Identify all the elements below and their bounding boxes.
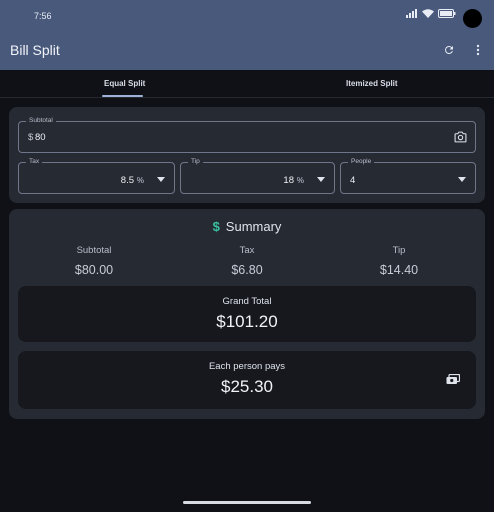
tab-bar: Equal Split Itemized Split	[0, 70, 494, 98]
each-person-card: Each person pays $25.30	[18, 351, 476, 409]
camera-cutout	[463, 9, 482, 28]
status-time: 7:56	[34, 11, 52, 21]
more-vert-icon[interactable]	[474, 44, 482, 56]
app-bar: 7:56 Bill Split	[0, 0, 494, 70]
breakdown-tip-value: $14.40	[379, 263, 419, 277]
tax-field[interactable]: Tax 8.5 %	[18, 158, 175, 194]
dropdown-icon[interactable]	[317, 177, 325, 182]
summary-card: $ Summary Subtotal $80.00 Tax $6.80 Tip …	[9, 209, 485, 419]
grand-total-card: Grand Total $101.20	[18, 286, 476, 342]
subtotal-field[interactable]: Subtotal $ 80	[18, 117, 476, 153]
home-indicator	[183, 501, 311, 504]
people-field[interactable]: People 4	[340, 158, 476, 194]
signal-icon	[406, 9, 417, 18]
camera-icon[interactable]	[454, 131, 467, 143]
breakdown-tax-value: $6.80	[231, 263, 263, 277]
refresh-icon[interactable]	[443, 44, 455, 56]
people-value: 4	[350, 175, 356, 186]
grand-total-value: $101.20	[216, 312, 278, 331]
breakdown-tax: Tax $6.80	[182, 245, 312, 277]
battery-icon	[438, 9, 456, 18]
tab-itemized-split[interactable]: Itemized Split	[346, 79, 398, 88]
each-person-label: Each person pays	[208, 361, 286, 372]
summary-header: $ Summary	[9, 219, 485, 234]
grand-total-label: Grand Total	[222, 296, 272, 307]
breakdown-subtotal: Subtotal $80.00	[29, 245, 159, 277]
tax-suffix: %	[136, 176, 144, 185]
tab-equal-split[interactable]: Equal Split	[104, 79, 145, 88]
status-icons	[406, 9, 456, 18]
breakdown-tax-label: Tax	[239, 245, 255, 256]
tax-value: 8.5	[120, 175, 134, 186]
summary-title: Summary	[225, 219, 282, 234]
each-person-value: $25.30	[221, 377, 273, 396]
dropdown-icon[interactable]	[157, 177, 165, 182]
breakdown-subtotal-value: $80.00	[74, 263, 114, 277]
currency-prefix: $	[28, 132, 34, 143]
tax-label: Tax	[26, 158, 43, 165]
dropdown-icon[interactable]	[458, 177, 466, 182]
dollar-icon: $	[212, 219, 220, 234]
breakdown-tip-label: Tip	[392, 245, 406, 256]
subtotal-value: 80	[35, 132, 46, 143]
tab-indicator	[102, 95, 143, 97]
tip-label: Tip	[188, 158, 203, 165]
subtotal-label: Subtotal	[26, 117, 56, 124]
tip-suffix: %	[296, 176, 304, 185]
app-title: Bill Split	[10, 42, 60, 58]
cash-icon	[446, 374, 460, 384]
wifi-icon	[422, 9, 434, 18]
breakdown-tip: Tip $14.40	[334, 245, 464, 277]
tip-value: 18	[283, 175, 294, 186]
tip-field[interactable]: Tip 18 %	[180, 158, 335, 194]
people-label: People	[348, 158, 375, 165]
inputs-card: Subtotal $ 80 Tax 8.5 % Tip 18 % People …	[9, 107, 485, 203]
breakdown-subtotal-label: Subtotal	[76, 245, 112, 256]
